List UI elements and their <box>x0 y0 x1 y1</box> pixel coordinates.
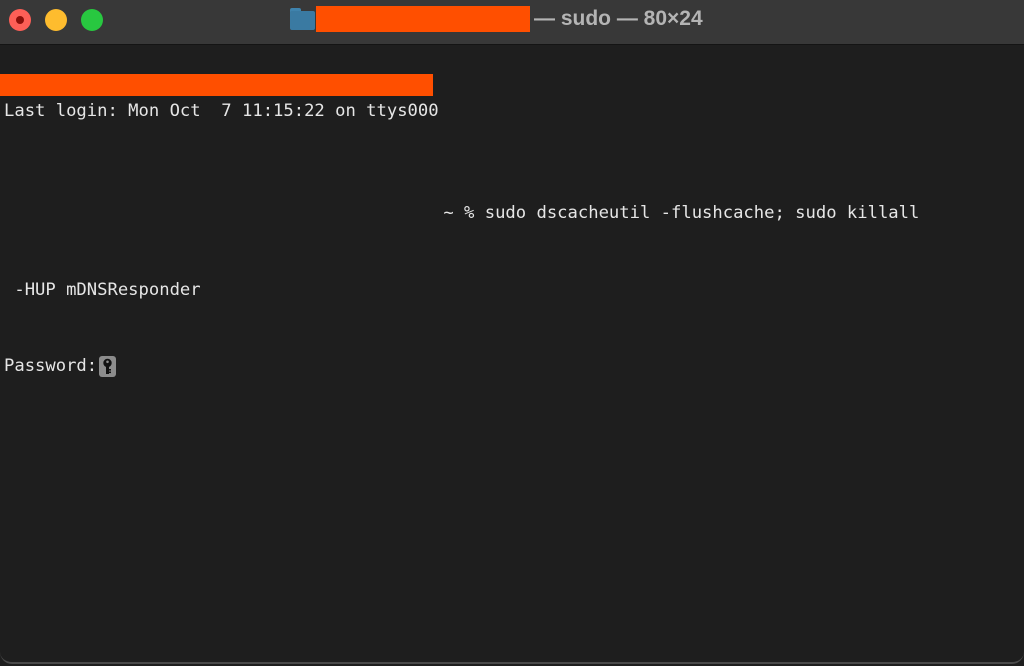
window-title: — sudo — 80×24 <box>290 5 703 33</box>
terminal-line: -HUP mDNSResponder <box>4 279 201 300</box>
terminal-line: ~ % sudo dscacheutil -flushcache; sudo k… <box>433 203 920 223</box>
password-prompt[interactable]: Password: <box>4 354 919 380</box>
close-button[interactable] <box>9 9 31 31</box>
password-label: Password: <box>4 356 98 376</box>
zoom-button[interactable] <box>81 9 103 31</box>
terminal-window: — sudo — 80×24 Last login: Mon Oct 7 11:… <box>0 0 1024 664</box>
folder-icon <box>290 8 315 30</box>
title-text: — sudo — 80×24 <box>534 7 703 30</box>
terminal-output[interactable]: Last login: Mon Oct 7 11:15:22 on ttys00… <box>0 48 920 431</box>
redacted-prompt <box>0 74 433 96</box>
close-icon <box>16 16 24 24</box>
redacted-title <box>316 6 530 32</box>
terminal-line: Last login: Mon Oct 7 11:15:22 on ttys00… <box>4 101 439 121</box>
title-bar[interactable]: — sudo — 80×24 <box>0 0 1024 45</box>
key-icon <box>99 356 117 378</box>
minimize-button[interactable] <box>45 9 67 31</box>
